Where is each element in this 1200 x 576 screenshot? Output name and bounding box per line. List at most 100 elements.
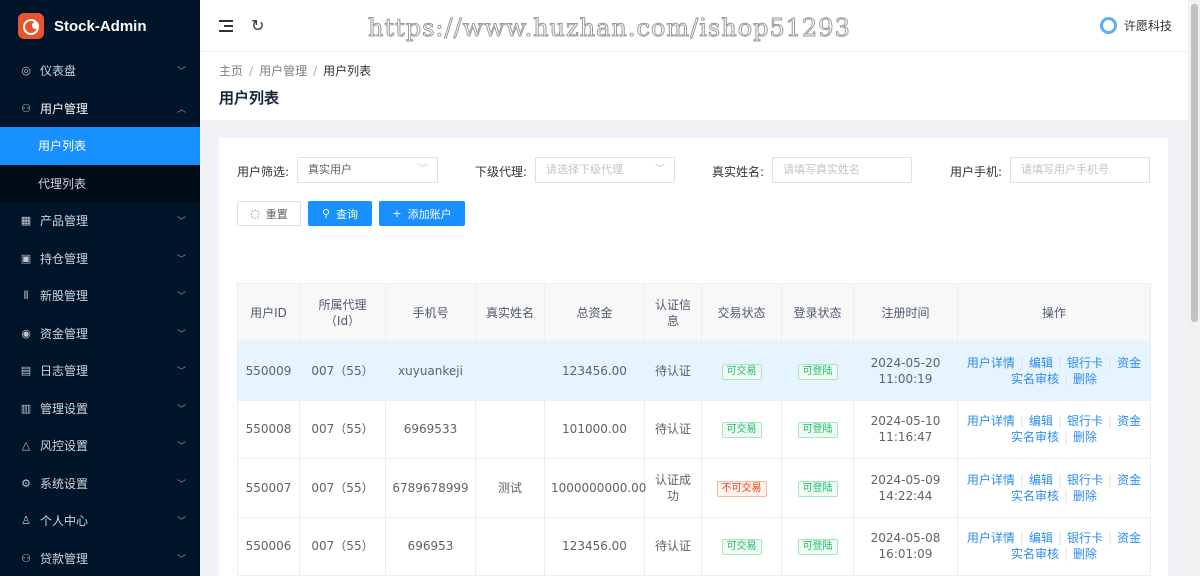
action-link[interactable]: 银行卡 <box>1067 531 1103 545</box>
chevron-down-icon: ﹀ <box>418 164 428 175</box>
chevron-down-icon: ﹀ <box>176 292 186 303</box>
cell-real-name <box>475 516 545 576</box>
sidebar-item[interactable]: ◎ 仪表盘 ﹀ <box>0 52 200 90</box>
sidebar-item[interactable]: ▦ 产品管理 ﹀ <box>0 202 200 240</box>
cell-login-status: 可登陆 <box>781 399 854 459</box>
login-status-badge: 可登陆 <box>797 480 838 497</box>
cell-auth: 待认证 <box>644 399 702 459</box>
agent-select[interactable]: 请选择下级代理 ﹀ <box>535 157 675 183</box>
sidebar-item-label: 产品管理 <box>40 214 89 229</box>
cell-funds: 101000.00 <box>544 399 645 459</box>
cell-funds: 123456.00 <box>544 516 645 576</box>
phone-input[interactable]: 请填写用户手机号 <box>1010 157 1150 183</box>
column-header: 手机号 <box>385 283 476 342</box>
cell-agent: 007（55） <box>299 458 386 518</box>
sidebar-item[interactable]: ▣ 持仓管理 ﹀ <box>0 240 200 278</box>
refresh-icon[interactable]: ↻ <box>251 16 264 35</box>
login-status-badge: 可登陆 <box>797 539 838 556</box>
ipo-icon: ⦀ <box>23 288 29 302</box>
action-link[interactable]: 编辑 <box>1029 356 1053 370</box>
action-link[interactable]: 银行卡 <box>1067 356 1103 370</box>
column-header: 操作 <box>957 283 1151 342</box>
cell-auth: 认证成功 <box>644 458 702 518</box>
chart-icon: ▦ <box>20 214 32 228</box>
table-row[interactable]: 550007 007（55） 6789678999 测试 1000000000.00 认证… <box>237 458 1151 518</box>
top-header: ↻ https://www.huzhan.com/ishop51293 许愿科技 <box>200 0 1188 52</box>
search-button[interactable]: ⚲ 查询 <box>308 201 372 226</box>
column-header: 认证信息 <box>644 283 702 342</box>
table-row[interactable]: 550008 007（55） 6969533 101000.00 待认证 可交易 可登陆 20… <box>237 399 1151 459</box>
breadcrumb-home[interactable]: 主页 <box>219 64 243 78</box>
content-card: 用户筛选: 真实用户 ﹀ 下级代理: 请选择下级代理 ﹀ 真实姓名: 请填写真实… <box>219 138 1168 576</box>
column-header: 登录状态 <box>781 283 854 342</box>
breadcrumb-user-manage[interactable]: 用户管理 <box>259 64 307 78</box>
reset-icon: ◌ <box>250 207 260 220</box>
sidebar-item[interactable]: ⚙ 系统设置 ﹀ <box>0 465 200 503</box>
sidebar-item[interactable]: ▥ 管理设置 ﹀ <box>0 390 200 428</box>
sidebar-subitem[interactable]: 代理列表 <box>0 164 200 202</box>
cell-reg-time: 2024-05-10 11:16:47 <box>853 399 958 459</box>
action-link[interactable]: 用户详情 <box>967 356 1015 370</box>
sidebar-item-label: 资金管理 <box>40 326 89 341</box>
add-account-button[interactable]: + 添加账户 <box>379 201 465 226</box>
action-link[interactable]: 编辑 <box>1029 531 1053 545</box>
collapse-menu-icon[interactable] <box>219 19 233 32</box>
action-link[interactable]: 实名审核 <box>1011 372 1059 386</box>
cell-user-id: 550007 <box>237 458 300 518</box>
sidebar-item[interactable]: ◉ 资金管理 ﹀ <box>0 315 200 353</box>
action-link[interactable]: 银行卡 <box>1067 414 1103 428</box>
action-link[interactable]: 资金 <box>1117 356 1141 370</box>
search-icon: ⚲ <box>321 207 331 220</box>
action-link[interactable]: 用户详情 <box>967 473 1015 487</box>
sidebar-item-label: 个人中心 <box>40 514 89 529</box>
action-link[interactable]: 银行卡 <box>1067 473 1103 487</box>
page-scrollbar[interactable] <box>1188 0 1200 576</box>
filter-bar: 用户筛选: 真实用户 ﹀ 下级代理: 请选择下级代理 ﹀ 真实姓名: 请填写真实… <box>219 157 1168 183</box>
sidebar-item[interactable]: △ 风控设置 ﹀ <box>0 427 200 465</box>
sidebar-item[interactable]: ⚇ 贷款管理 ﹀ <box>0 540 200 576</box>
action-link[interactable]: 用户详情 <box>967 531 1015 545</box>
action-link[interactable]: 删除 <box>1073 489 1097 503</box>
cell-actions: 用户详情 | 编辑 | 银行卡 | 资金 实名审核 | 删除 <box>957 516 1151 576</box>
phone-label: 用户手机: <box>950 165 1003 179</box>
cell-login-status: 可登陆 <box>781 341 854 401</box>
agent-label: 下级代理: <box>475 165 528 179</box>
column-header: 所属代理（Id） <box>299 283 386 342</box>
user-menu[interactable]: 许愿科技 <box>1099 17 1172 34</box>
sidebar-item-label: 系统设置 <box>40 476 89 491</box>
action-link[interactable]: 编辑 <box>1029 414 1053 428</box>
action-link[interactable]: 编辑 <box>1029 473 1053 487</box>
action-link[interactable]: 资金 <box>1117 414 1141 428</box>
action-link[interactable]: 实名审核 <box>1011 430 1059 444</box>
action-link[interactable]: 删除 <box>1073 372 1097 386</box>
reset-button[interactable]: ◌ 重置 <box>237 201 301 226</box>
user-filter-label: 用户筛选: <box>237 165 290 179</box>
sidebar-item[interactable]: ⦀ 新股管理 ﹀ <box>0 277 200 315</box>
action-link[interactable]: 用户详情 <box>967 414 1015 428</box>
user-filter-select[interactable]: 真实用户 ﹀ <box>297 157 438 183</box>
sidebar-subitem[interactable]: 用户列表 <box>0 127 200 165</box>
action-link[interactable]: 实名审核 <box>1011 547 1059 561</box>
action-link[interactable]: 删除 <box>1073 547 1097 561</box>
action-link[interactable]: 实名审核 <box>1011 489 1059 503</box>
admin-settings-icon: ▥ <box>20 401 32 415</box>
sidebar-item-label: 持仓管理 <box>40 251 89 266</box>
table-row[interactable]: 550006 007（55） 696953 123456.00 待认证 可交易 可登陆 202… <box>237 516 1151 576</box>
cell-funds: 123456.00 <box>544 341 645 401</box>
sidebar-item[interactable]: ⚇ 用户管理 ︿ <box>0 90 200 128</box>
scrollbar-thumb[interactable] <box>1191 4 1198 322</box>
logo-icon <box>18 13 44 39</box>
real-name-input[interactable]: 请填写真实姓名 <box>772 157 912 183</box>
cell-agent: 007（55） <box>299 341 386 401</box>
logo[interactable]: Stock-Admin <box>0 0 200 52</box>
action-link[interactable]: 资金 <box>1117 473 1141 487</box>
cell-funds: 1000000000.00 <box>544 458 646 518</box>
table-row[interactable]: 550009 007（55） xuyuankeji 123456.00 待认证 可交易 可登… <box>237 341 1151 401</box>
cell-phone: 6789678999 <box>385 458 476 518</box>
sidebar-item[interactable]: ♙ 个人中心 ﹀ <box>0 502 200 540</box>
chevron-down-icon: ﹀ <box>176 479 186 490</box>
action-link[interactable]: 删除 <box>1073 430 1097 444</box>
action-link[interactable]: 资金 <box>1117 531 1141 545</box>
sidebar-item[interactable]: ▤ 日志管理 ﹀ <box>0 352 200 390</box>
user-manage-icon: ⚇ <box>21 101 31 115</box>
